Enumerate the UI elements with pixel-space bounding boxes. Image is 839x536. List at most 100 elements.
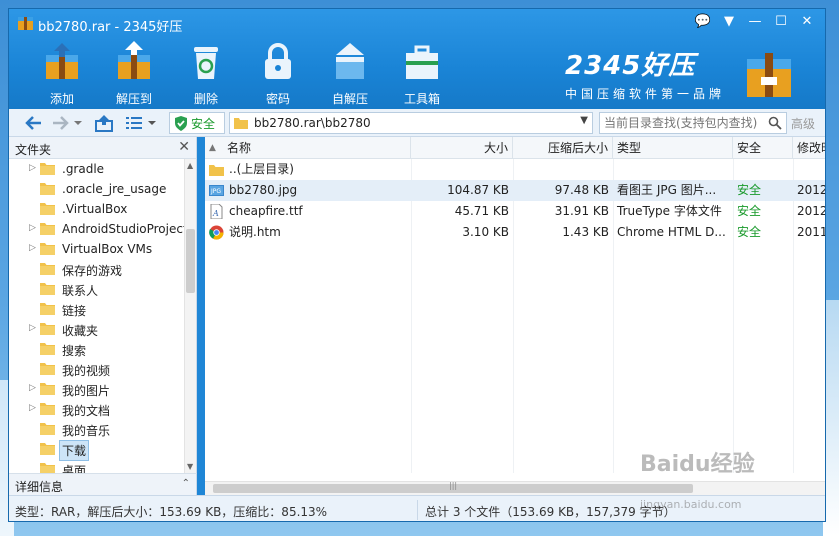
tree-item[interactable]: 搜索 [9, 339, 185, 359]
tree-item-label: .gradle [62, 162, 105, 176]
search-icon[interactable] [768, 116, 782, 130]
toolbox-button[interactable]: 工具箱 [393, 41, 451, 106]
folder-icon [209, 165, 224, 176]
expand-arrow-icon[interactable]: ▷ [29, 323, 37, 333]
tree-item[interactable]: 保存的游戏 [9, 259, 185, 279]
file-name: ..(上层目录) [229, 162, 294, 176]
folder-icon [40, 183, 55, 195]
extract-label: 解压到 [115, 92, 152, 106]
back-arrow-icon[interactable] [23, 113, 45, 133]
feedback-icon[interactable]: 💬 [693, 13, 713, 31]
tree-item[interactable]: ▷ 收藏夹 [9, 319, 185, 339]
file-name: cheapfire.ttf [229, 204, 303, 218]
close-button[interactable]: ✕ [797, 13, 817, 31]
tree-item[interactable]: ▷ 我的文档 [9, 399, 185, 419]
file-row[interactable]: Acheapfire.ttf 45.71 KB 31.91 KB TrueType 字… [205, 201, 825, 222]
expand-arrow-icon[interactable]: ▷ [29, 403, 37, 413]
tree-item[interactable]: ▷ VirtualBox VMs [9, 239, 185, 259]
file-rows: ..(上层目录) JPG bb2780.jpg 104.87 KB 97.48 KB 看图… [205, 159, 825, 243]
main-toolbar: 添加 解压到 删除 密码 自解压 工具箱 [33, 41, 451, 106]
advanced-search-link[interactable]: 高级 [791, 115, 815, 132]
file-row[interactable]: 说明.htm 3.10 KB 1.43 KB Chrome HTML D... 安全 20… [205, 222, 825, 243]
expand-arrow-icon[interactable]: ▷ [29, 243, 37, 253]
add-label: 添加 [49, 92, 74, 106]
safe-indicator[interactable]: 安全 [169, 112, 225, 134]
delete-button[interactable]: 删除 [177, 41, 235, 106]
tree-item[interactable]: .oracle_jre_usage [9, 179, 185, 199]
up-level-icon[interactable] [93, 113, 115, 133]
expand-arrow-icon[interactable]: ▷ [29, 163, 37, 173]
search-input[interactable] [604, 116, 764, 130]
scroll-up-icon[interactable]: ▲ [187, 161, 193, 170]
tree-item-label: 桌面 [62, 464, 87, 473]
tree-item[interactable]: .VirtualBox [9, 199, 185, 219]
view-dropdown-icon[interactable] [147, 113, 157, 133]
sfx-button[interactable]: 自解压 [321, 41, 379, 106]
column-size[interactable]: 大小 [411, 137, 513, 159]
chrome-icon [209, 225, 224, 240]
folder-scrollbar[interactable]: ▲ ▼ [184, 159, 196, 473]
folder-icon [40, 363, 55, 375]
view-mode-icon[interactable] [123, 113, 145, 133]
file-safe-status: 安全 [737, 225, 762, 239]
file-safe-status [733, 159, 793, 180]
column-type[interactable]: 类型 [613, 137, 733, 159]
brand-area: 2345好压 中国压缩软件第一品牌 [565, 45, 795, 105]
tree-item[interactable]: 链接 [9, 299, 185, 319]
file-type: 看图王 JPG 图片... [617, 183, 717, 197]
folder-pane: 文件夹 ✕ ▷ .gradle .oracle_jre_usage .VirtualB… [9, 137, 197, 473]
file-list-scrollbar[interactable]: ||| [205, 481, 825, 495]
tree-item[interactable]: 下载 [9, 439, 185, 461]
column-name[interactable]: ▲ 名称 [205, 137, 411, 159]
watermark-text: Baidu经验 [640, 452, 755, 477]
tree-item[interactable]: 我的音乐 [9, 419, 185, 439]
folder-icon [40, 303, 55, 315]
status-separator [417, 500, 418, 520]
tree-item[interactable]: 我的视频 [9, 359, 185, 379]
file-row[interactable]: JPG bb2780.jpg 104.87 KB 97.48 KB 看图王 JPG 图片… [205, 180, 825, 201]
file-name: bb2780.jpg [229, 183, 298, 197]
expand-arrow-icon[interactable]: ▷ [29, 223, 37, 233]
file-modified: 2012- [797, 183, 825, 197]
tree-item-label: AndroidStudioProject [62, 222, 185, 236]
history-dropdown-icon[interactable] [73, 113, 83, 133]
minimize-button[interactable]: — [745, 13, 765, 31]
path-field[interactable]: bb2780.rar\bb2780 ▼ [229, 112, 593, 134]
scroll-down-icon[interactable]: ▼ [187, 462, 193, 471]
tree-item[interactable]: ▷ .gradle [9, 159, 185, 179]
expand-arrow-icon[interactable]: ▷ [29, 383, 37, 393]
toolbox-icon [406, 45, 438, 79]
hscroll-grip: ||| [449, 481, 458, 490]
column-safe[interactable]: 安全 [733, 137, 793, 159]
tree-item[interactable]: ▷ 我的图片 [9, 379, 185, 399]
tree-item-label: 链接 [62, 304, 87, 318]
add-button[interactable]: 添加 [33, 41, 91, 106]
folder-icon [40, 163, 55, 175]
tree-item[interactable]: ▷ AndroidStudioProject [9, 219, 185, 239]
folder-icon [40, 343, 55, 355]
file-size [411, 159, 513, 180]
column-packed-size[interactable]: 压缩后大小 [513, 137, 613, 159]
password-button[interactable]: 密码 [249, 41, 307, 106]
chevron-up-icon[interactable]: ⌃ [182, 478, 190, 489]
folder-icon [40, 223, 55, 235]
folder-pane-header: 文件夹 ✕ [9, 137, 196, 159]
header: bb2780.rar - 2345好压 💬 ▼ — ☐ ✕ 添加 解压到 删除 … [9, 9, 825, 109]
tree-item[interactable]: 桌面 [9, 459, 185, 473]
maximize-button[interactable]: ☐ [771, 13, 791, 31]
file-row[interactable]: ..(上层目录) [205, 159, 825, 180]
status-total: 总计 3 个文件（153.69 KB，157,379 字节） [425, 505, 676, 519]
watermark-url: jingyan.baidu.com [640, 498, 742, 511]
menu-dropdown-icon[interactable]: ▼ [719, 13, 739, 31]
close-icon[interactable]: ✕ [178, 139, 190, 155]
forward-arrow-icon[interactable] [49, 113, 71, 133]
tree-item-label: VirtualBox VMs [62, 242, 153, 256]
column-modified[interactable]: 修改时 [793, 137, 825, 159]
extract-button[interactable]: 解压到 [105, 41, 163, 106]
path-dropdown-icon[interactable]: ▼ [580, 115, 588, 126]
sort-ascending-icon: ▲ [209, 143, 216, 153]
scroll-thumb[interactable] [186, 229, 195, 293]
details-bar[interactable]: 详细信息 ⌃ [9, 473, 197, 495]
tree-item[interactable]: 联系人 [9, 279, 185, 299]
shield-check-icon [175, 115, 187, 131]
